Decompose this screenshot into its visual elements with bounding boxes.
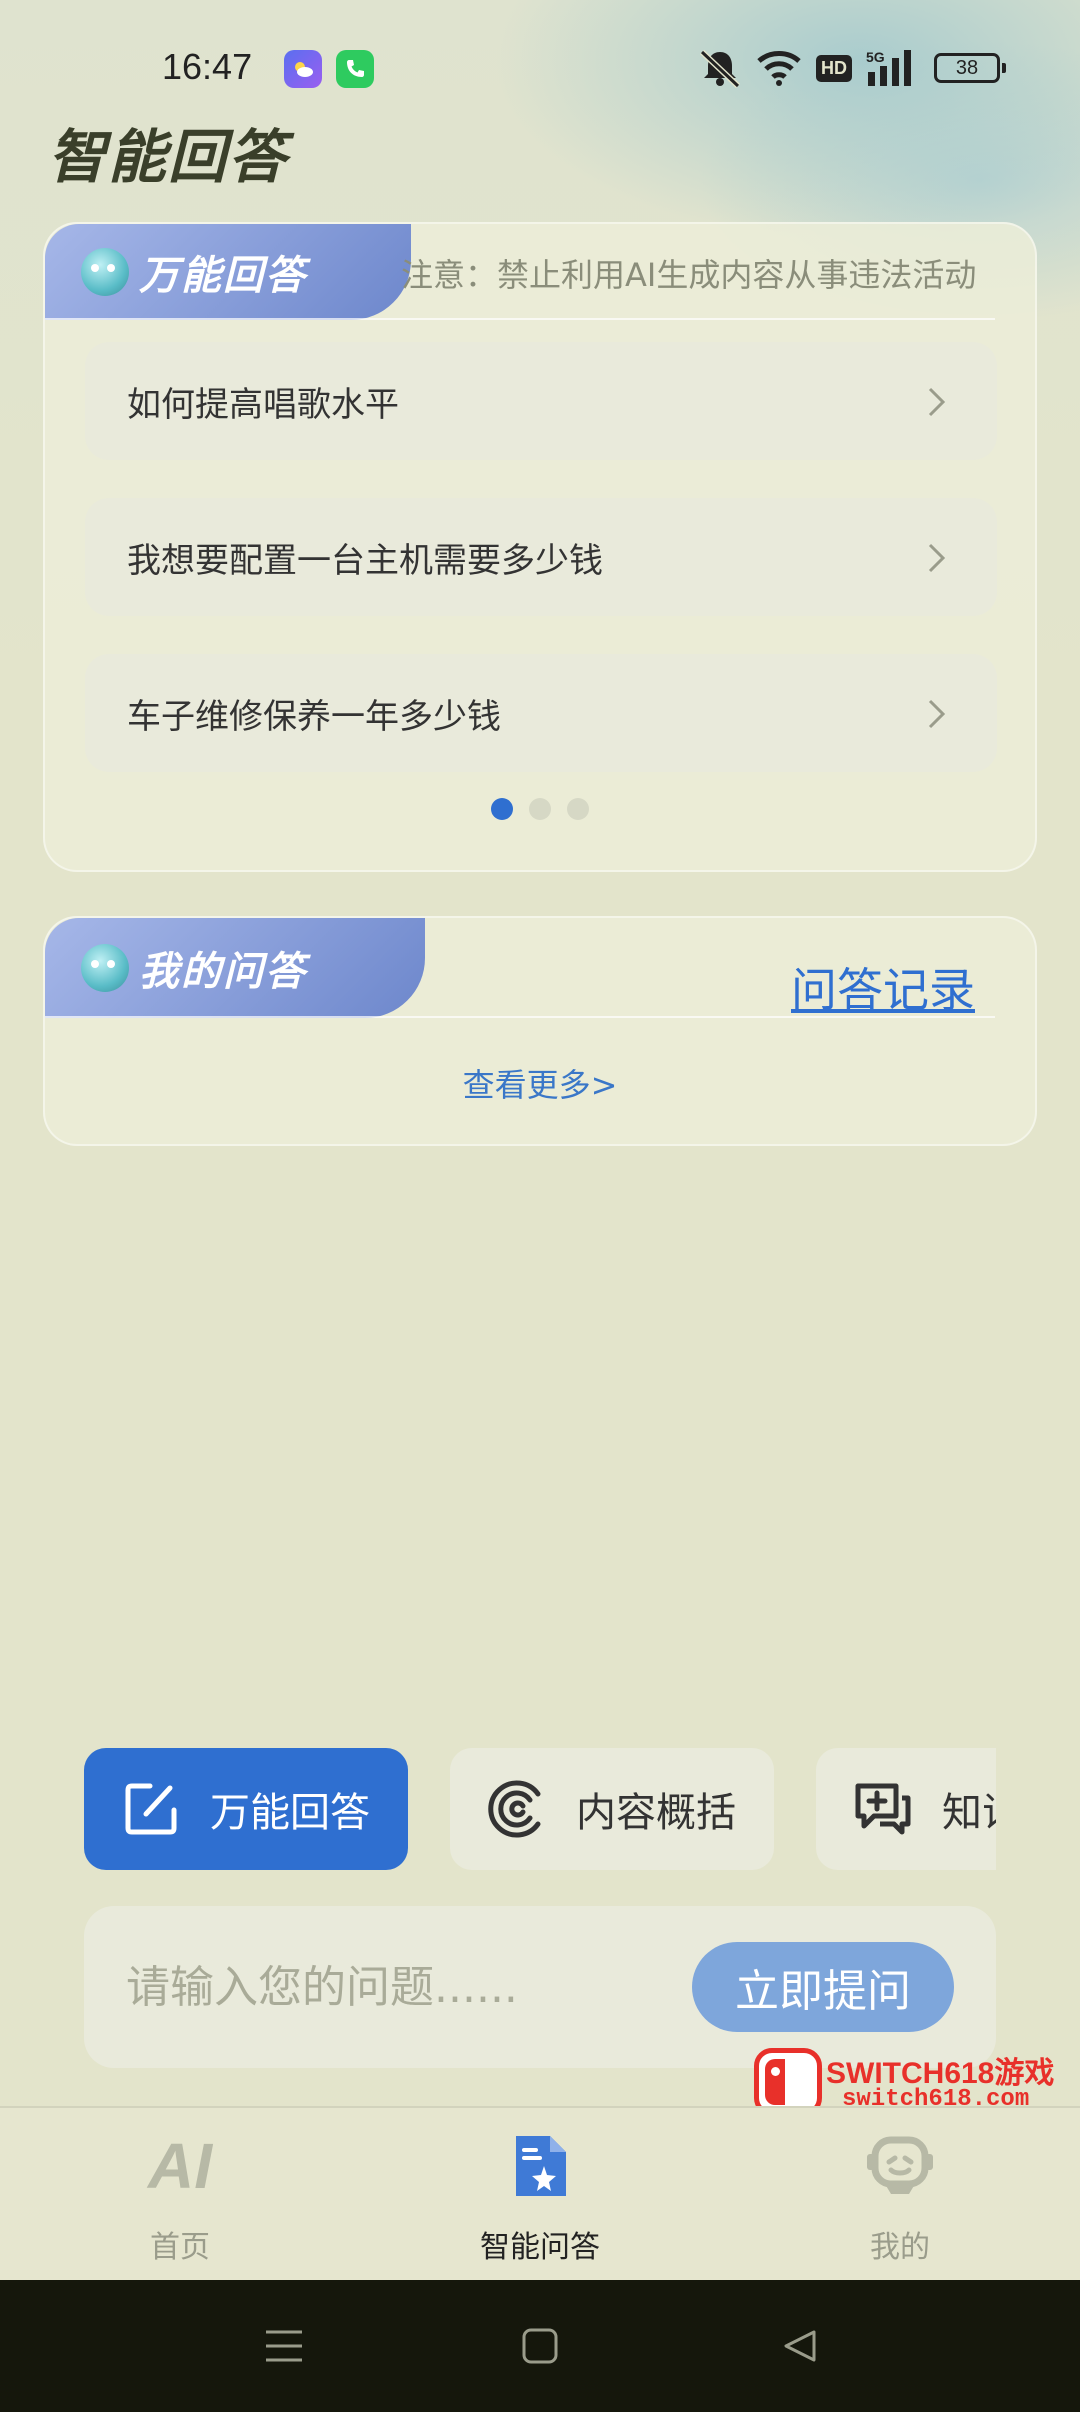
feature-knowledge-button[interactable]: 知识 xyxy=(816,1748,996,1870)
system-navigation-bar xyxy=(0,2280,1080,2412)
chat-plus-icon xyxy=(852,1778,914,1840)
question-input[interactable] xyxy=(126,1946,666,2028)
hd-badge: HD xyxy=(816,54,852,82)
feature-tabs: 万能回答 内容概括 知识 xyxy=(84,1748,996,1870)
suggested-question-text: 车子维修保养一年多少钱 xyxy=(127,696,501,737)
see-more-link[interactable]: 查看更多> xyxy=(45,1060,1035,1106)
suggested-question-text: 如何提高唱歌水平 xyxy=(127,384,399,425)
ai-glyph: AI xyxy=(148,2130,212,2202)
universal-qa-card: 万能回答 注意：禁止利用AI生成内容从事违法活动 如何提高唱歌水平 我想要配置一… xyxy=(43,222,1037,872)
feature-label: 知识 xyxy=(942,1790,996,1836)
suggested-question[interactable]: 如何提高唱歌水平 xyxy=(85,342,997,460)
my-qa-card: 我的问答 问答记录 查看更多> xyxy=(43,916,1037,1146)
wifi-icon xyxy=(757,51,801,86)
ask-now-button[interactable]: 立即提问 xyxy=(692,1942,954,2032)
nav-label: 智能问答 xyxy=(480,2230,600,2265)
suggested-question[interactable]: 我想要配置一台主机需要多少钱 xyxy=(85,498,997,616)
chevron-right-icon xyxy=(928,699,946,729)
universal-qa-tab: 万能回答 xyxy=(45,224,411,320)
pager-dot-active[interactable] xyxy=(491,798,513,820)
edit-icon xyxy=(120,1778,182,1840)
summary-icon xyxy=(486,1778,548,1840)
nav-label: 首页 xyxy=(150,2230,210,2265)
nav-label: 我的 xyxy=(870,2230,930,2265)
mascot-icon xyxy=(81,944,129,992)
home-square-icon[interactable] xyxy=(512,2318,568,2374)
feature-label: 万能回答 xyxy=(210,1790,370,1836)
status-time: 16:47 xyxy=(162,46,253,87)
nav-item-profile[interactable]: 我的 xyxy=(800,2128,1000,2266)
pager-dot[interactable] xyxy=(567,798,589,820)
qa-history-link[interactable]: 问答记录 xyxy=(791,954,975,1020)
status-indicators: HD 5G 38 xyxy=(698,48,1006,88)
mute-icon xyxy=(699,49,741,88)
divider xyxy=(45,1016,995,1018)
page-title: 智能回答 xyxy=(48,123,289,191)
ai-home-icon: AI xyxy=(140,2128,220,2204)
nav-item-smart-qa[interactable]: 智能问答 xyxy=(440,2128,640,2266)
universal-qa-title: 万能回答 xyxy=(139,253,307,299)
bottom-nav: AI 首页 智能问答 我的 xyxy=(0,2106,1080,2280)
network-type-label: 5G xyxy=(866,49,885,65)
feature-label: 内容概括 xyxy=(576,1790,736,1836)
weather-app-icon xyxy=(284,50,322,88)
chevron-right-icon xyxy=(928,543,946,573)
signal-icon: 5G xyxy=(866,49,911,86)
notice-text: 注意：禁止利用AI生成内容从事违法活动 xyxy=(401,256,977,294)
pager-dots xyxy=(45,798,1035,820)
suggested-question-text: 我想要配置一台主机需要多少钱 xyxy=(127,540,603,581)
robot-face-icon xyxy=(860,2128,940,2204)
pager-dot[interactable] xyxy=(529,798,551,820)
my-qa-tab: 我的问答 xyxy=(45,918,425,1018)
suggested-question[interactable]: 车子维修保养一年多少钱 xyxy=(85,654,997,772)
battery-indicator: 38 xyxy=(934,53,1006,83)
document-star-icon xyxy=(500,2128,580,2204)
my-qa-title: 我的问答 xyxy=(139,949,307,995)
mascot-icon xyxy=(81,248,129,296)
nav-item-home[interactable]: AI 首页 xyxy=(80,2128,280,2266)
phone-app-icon xyxy=(336,50,374,88)
feature-universal-qa-button[interactable]: 万能回答 xyxy=(84,1748,408,1870)
divider xyxy=(45,318,995,320)
chevron-right-icon xyxy=(928,387,946,417)
feature-summary-button[interactable]: 内容概括 xyxy=(450,1748,774,1870)
back-triangle-icon[interactable] xyxy=(772,2318,828,2374)
menu-icon[interactable] xyxy=(256,2318,312,2374)
